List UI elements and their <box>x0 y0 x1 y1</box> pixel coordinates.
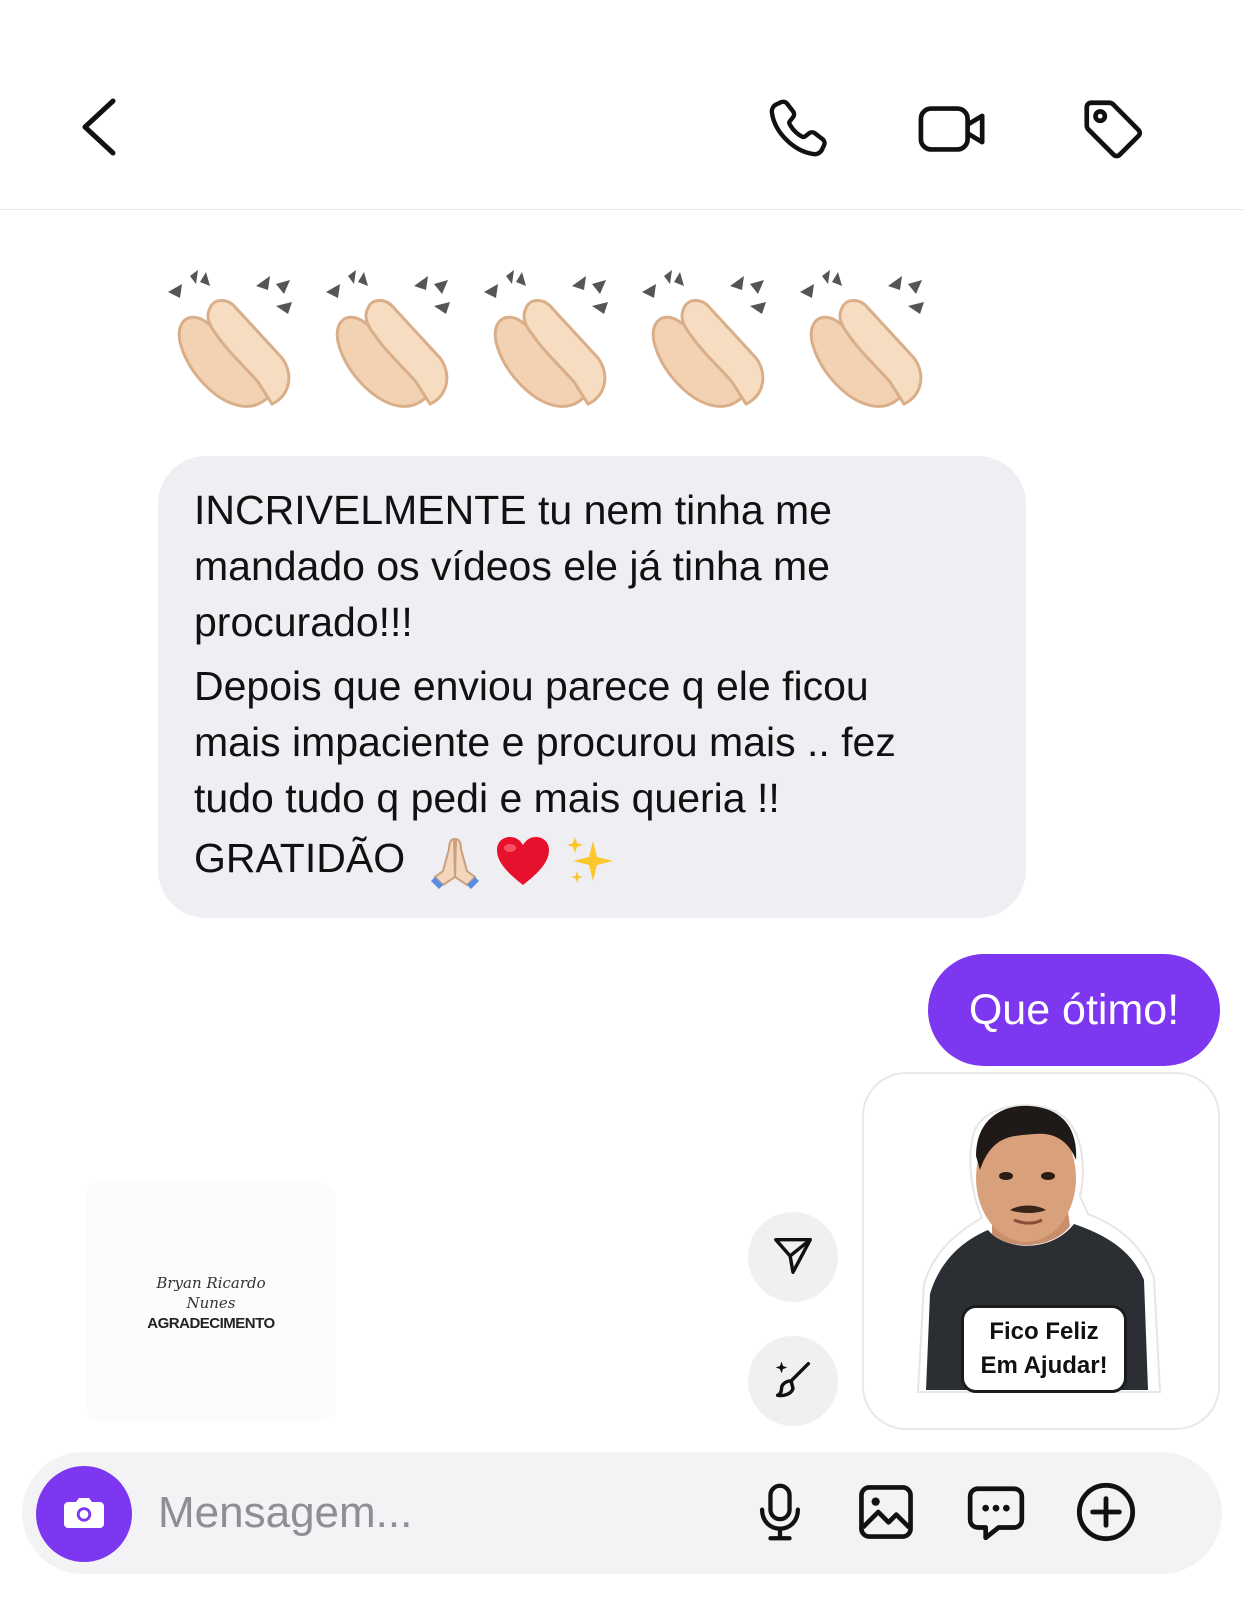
video-call-button[interactable] <box>908 84 998 174</box>
clapping-hands-icon <box>484 270 608 408</box>
outgoing-message-text: Que ótimo! <box>968 985 1180 1034</box>
brush-sparkle-icon <box>770 1356 816 1407</box>
message-line: mandado os vídeos ele já tinha me <box>194 543 830 589</box>
sticker-caption-line: Fico Feliz <box>989 1318 1099 1345</box>
clapping-hands-icon <box>326 270 450 408</box>
chat-header <box>0 0 1244 210</box>
back-button[interactable] <box>54 82 144 172</box>
message-line: Depois que enviou parece q ele ficou <box>194 663 869 709</box>
watermark-logo: Bryan Ricardo Nunes AGRADECIMENTO <box>86 1182 336 1422</box>
phone-icon <box>762 94 832 164</box>
gallery-button[interactable] <box>846 1474 926 1554</box>
tag-icon <box>1078 94 1148 164</box>
message-line-text: GRATIDÃO <box>194 835 406 881</box>
watermark-name: Bryan Ricardo <box>156 1273 266 1292</box>
emoji-group <box>427 833 619 890</box>
folded-hands-icon <box>430 838 479 890</box>
camera-button[interactable] <box>36 1466 132 1562</box>
more-options-button[interactable] <box>1066 1474 1146 1554</box>
chevron-left-icon <box>77 95 121 159</box>
sticker-caption-line: Em Ajudar! <box>980 1352 1108 1379</box>
tag-button[interactable] <box>1068 84 1158 174</box>
message-line: procurado!!! <box>194 599 413 645</box>
emoji-message[interactable] <box>158 262 958 422</box>
chat-bubble-icon <box>965 1481 1027 1548</box>
sticker-caption: Fico Feliz Em Ajudar! <box>964 1308 1124 1390</box>
send-icon <box>770 1232 816 1283</box>
message-line: mais impaciente e procurou mais .. fez <box>194 719 896 765</box>
watermark-title: AGRADECIMENTO <box>147 1314 275 1332</box>
sticker-message[interactable]: Fico Feliz Em Ajudar! <box>862 1072 1220 1430</box>
share-button[interactable] <box>748 1212 838 1302</box>
microphone-icon <box>751 1481 809 1548</box>
incoming-message-bubble[interactable]: INCRIVELMENTE tu nem tinha me mandado os… <box>158 456 1026 918</box>
video-camera-icon <box>915 94 991 164</box>
clapping-hands-icon <box>168 270 292 408</box>
clapping-hands-icon <box>642 270 766 408</box>
camera-icon <box>60 1488 108 1541</box>
red-heart-icon <box>496 837 549 886</box>
ai-edit-button[interactable] <box>748 1336 838 1426</box>
gallery-icon <box>855 1481 917 1548</box>
voice-message-button[interactable] <box>740 1474 820 1554</box>
sticker-chat-button[interactable] <box>956 1474 1036 1554</box>
clapping-hands-icon <box>800 270 924 408</box>
plus-circle-icon <box>1074 1480 1138 1549</box>
message-line-last: GRATIDÃO <box>194 830 990 890</box>
message-composer <box>22 1452 1222 1574</box>
message-line: tudo tudo q pedi e mais queria !! <box>194 775 780 821</box>
message-input[interactable] <box>158 1478 718 1548</box>
outgoing-message-bubble[interactable]: Que ótimo! <box>928 954 1220 1066</box>
sparkles-icon <box>566 837 613 884</box>
message-line: INCRIVELMENTE tu nem tinha me <box>194 487 832 533</box>
voice-call-button[interactable] <box>752 84 842 174</box>
watermark-name: Nunes <box>186 1293 236 1312</box>
